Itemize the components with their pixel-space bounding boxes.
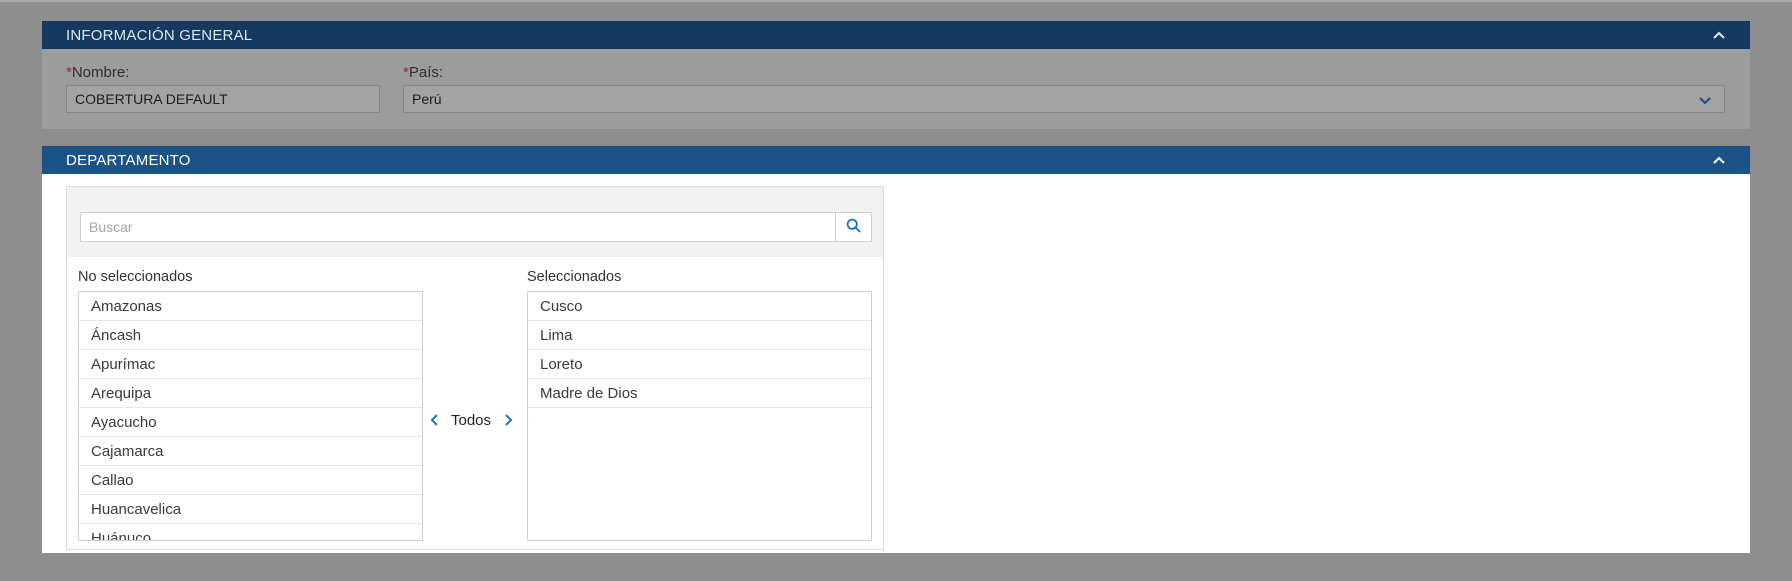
list-item[interactable]: Madre de Dios: [528, 379, 871, 408]
chevron-left-icon[interactable]: [426, 411, 442, 429]
chevron-down-icon[interactable]: [1698, 93, 1712, 109]
list-item[interactable]: Cajamarca: [79, 437, 422, 466]
list-item[interactable]: Áncash: [79, 321, 422, 350]
country-select[interactable]: Perú: [403, 85, 1725, 113]
search-placeholder: Buscar: [89, 219, 133, 235]
country-label: *País:: [403, 64, 444, 81]
name-value: COBERTURA DEFAULT: [75, 91, 228, 107]
search-button[interactable]: [836, 212, 872, 242]
dual-list-box: Buscar No seleccionados Amazonas Áncash Ap…: [66, 186, 884, 550]
departamento-header[interactable]: DEPARTAMENTO: [42, 146, 1750, 174]
departamento-title: DEPARTAMENTO: [66, 151, 191, 169]
list-item[interactable]: Loreto: [528, 350, 871, 379]
list-item[interactable]: Huánuco: [79, 524, 422, 541]
chevron-right-icon[interactable]: [500, 411, 516, 429]
search-input[interactable]: Buscar: [80, 212, 836, 242]
list-item[interactable]: Huancavelica: [79, 495, 422, 524]
transfer-all-label[interactable]: Todos: [451, 412, 491, 429]
chevron-up-icon[interactable]: [1712, 153, 1726, 167]
list-item[interactable]: Ayacucho: [79, 408, 422, 437]
selected-title: Seleccionados: [527, 269, 622, 285]
name-label: *Nombre:: [66, 64, 130, 81]
list-item[interactable]: Callao: [79, 466, 422, 495]
country-value: Perú: [412, 91, 442, 107]
unselected-title: No seleccionados: [78, 269, 193, 285]
list-item[interactable]: Amazonas: [79, 292, 422, 321]
name-field[interactable]: COBERTURA DEFAULT: [66, 85, 380, 113]
general-info-panel: INFORMACIÓN GENERAL *Nombre: COBERTURA D…: [42, 21, 1750, 129]
general-info-title: INFORMACIÓN GENERAL: [66, 26, 253, 44]
search-icon: [846, 218, 861, 237]
top-border: [0, 0, 1792, 2]
list-item[interactable]: Lima: [528, 321, 871, 350]
unselected-list[interactable]: Amazonas Áncash Apurímac Arequipa Ayacucho Ca…: [78, 291, 423, 541]
chevron-up-icon[interactable]: [1712, 28, 1726, 42]
general-info-header[interactable]: INFORMACIÓN GENERAL: [42, 21, 1750, 49]
list-item[interactable]: Apurímac: [79, 350, 422, 379]
search-bar: Buscar: [67, 187, 883, 257]
transfer-controls: Todos: [426, 410, 516, 430]
list-item[interactable]: Arequipa: [79, 379, 422, 408]
selected-list[interactable]: Cusco Lima Loreto Madre de Dios: [527, 291, 872, 541]
departamento-panel: DEPARTAMENTO Buscar No seleccionados Ama…: [42, 146, 1750, 553]
list-item[interactable]: Cusco: [528, 292, 871, 321]
